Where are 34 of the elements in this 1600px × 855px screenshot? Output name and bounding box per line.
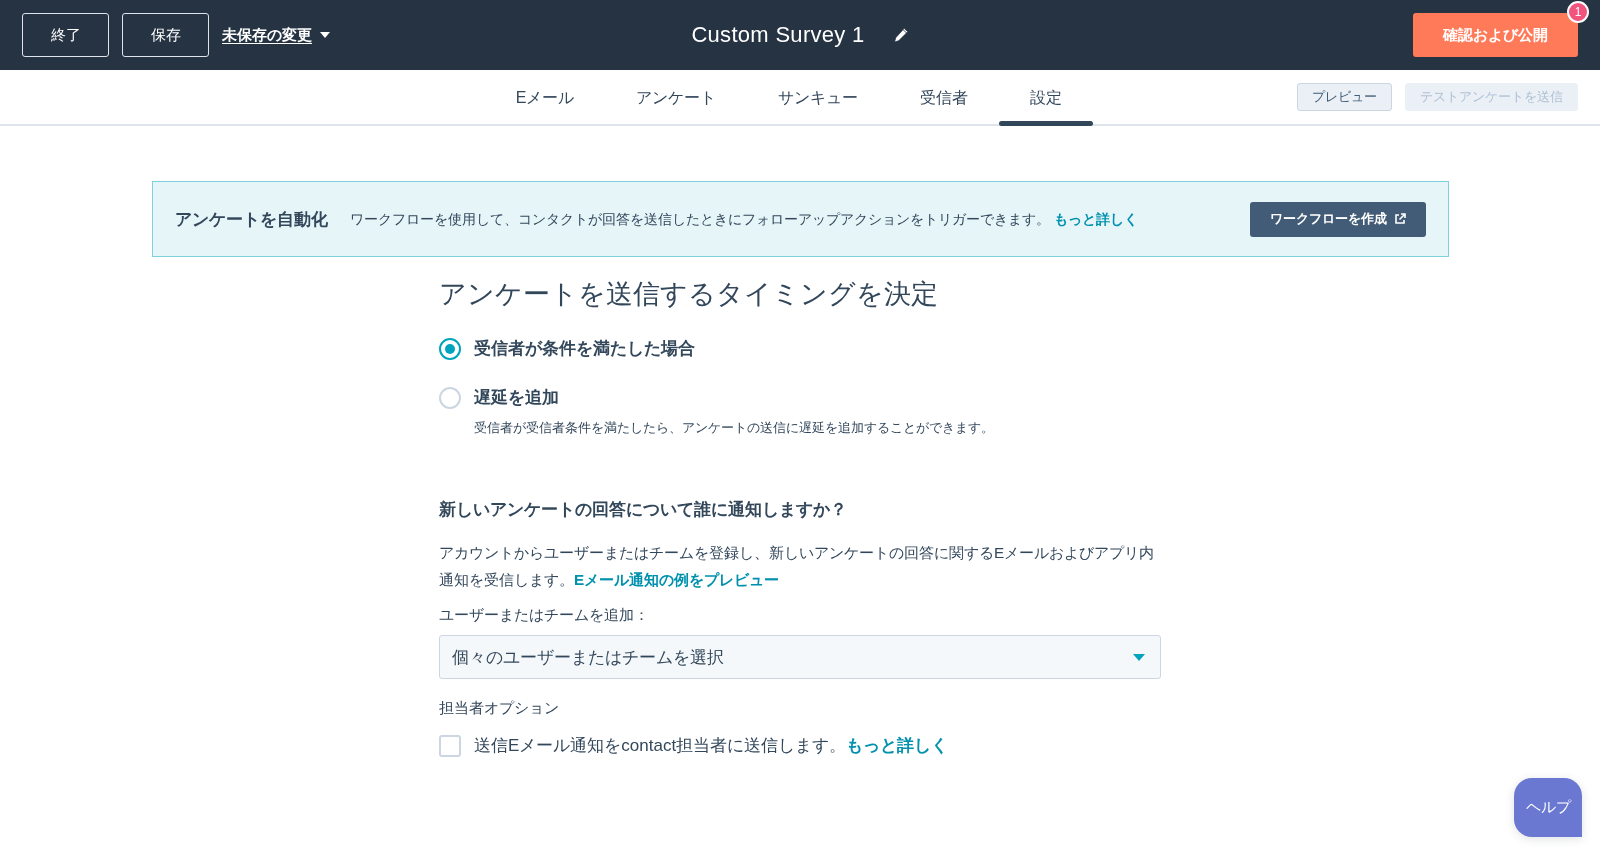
learn-more-link[interactable]: もっと詳しく — [846, 736, 949, 755]
help-button[interactable]: ヘルプ — [1514, 778, 1582, 837]
notification-badge: 1 — [1567, 1, 1589, 23]
field-label: 担当者オプション — [439, 698, 560, 718]
create-workflow-button[interactable]: ワークフローを作成 — [1249, 201, 1426, 237]
save-button[interactable]: 保存 — [122, 13, 209, 57]
unsaved-changes-dropdown[interactable]: 未保存の変更 — [222, 25, 330, 45]
section-heading: 新しいアンケートの回答について誰に通知しますか？ — [439, 499, 848, 521]
external-link-icon — [1393, 213, 1406, 225]
tab[interactable]: 設定 — [999, 70, 1094, 126]
section-heading: アンケートを送信するタイミングを決定 — [439, 278, 939, 311]
caret-icon — [1133, 653, 1145, 661]
survey-title: Custom Survey 1 — [691, 22, 865, 48]
pencil-icon[interactable] — [892, 27, 909, 43]
radio-button[interactable] — [439, 338, 461, 360]
tab[interactable]: サンキュー — [747, 70, 890, 126]
user-team-select[interactable]: 個々のユーザーまたはチームを選択 — [439, 635, 1161, 679]
notification-description: アカウントからユーザーまたはチームを登録し、新しいアンケートの回答に関するEメールおよびアプリ内通知を受信します。Eメール通知の例をプレビュー — [439, 543, 1156, 590]
preview-email-link[interactable]: Eメール通知の例をプレビュー — [574, 571, 780, 588]
caret-icon — [320, 32, 330, 38]
tab[interactable]: Eメール — [484, 70, 606, 126]
radio-label: 受信者が条件を満たした場合 — [474, 338, 696, 360]
exit-button[interactable]: 終了 — [22, 13, 109, 57]
checkbox[interactable] — [439, 735, 461, 757]
radio-label: 遅延を追加 — [474, 387, 560, 409]
checkbox-label: 送信Eメール通知をcontact担当者に送信します。もっと詳しく — [474, 735, 950, 757]
option-description: 受信者が受信者条件を満たしたら、アンケートの送信に遅延を追加することができます。 — [474, 419, 995, 437]
banner-title: アンケートを自動化 — [174, 208, 328, 231]
tab[interactable]: 受信者 — [889, 70, 1000, 126]
radio-button[interactable] — [439, 387, 461, 409]
banner-text: ワークフローを使用して、コンタクトが回答を送信したときにフォローアップアクションをトリガーできます。 もっと詳しく — [349, 210, 1139, 229]
preview-button[interactable]: プレビュー — [1297, 83, 1392, 111]
field-label: ユーザーまたはチームを追加： — [439, 605, 650, 625]
tab[interactable]: アンケート — [605, 70, 748, 126]
